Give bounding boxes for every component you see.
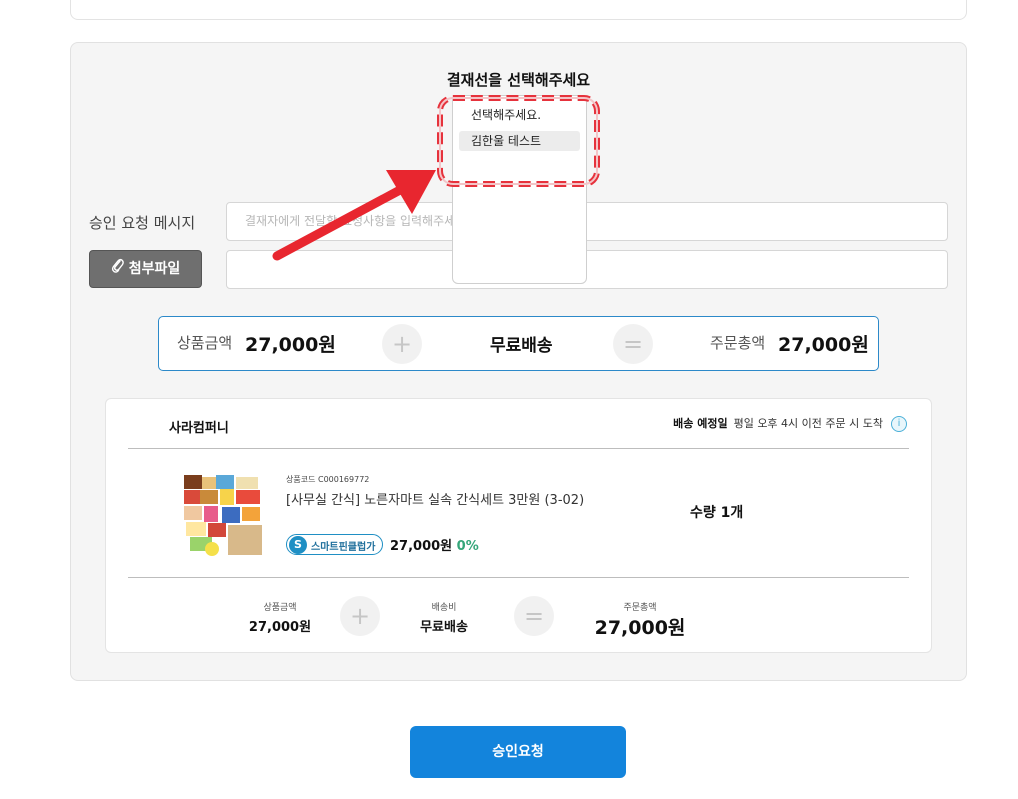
club-discount: 0% — [456, 539, 479, 554]
attach-file-button[interactable]: 첨부파일 — [89, 250, 202, 288]
plus-icon: + — [340, 596, 380, 636]
approval-request-panel: 결재선을 선택해주세요 승인 요청 메시지 결재자에게 전달할 요청사항을 입력… — [70, 42, 967, 681]
product-code: 상품코드 C000169772 — [286, 475, 370, 484]
divider — [128, 577, 909, 578]
item-total-label: 주문총액 — [623, 603, 657, 613]
vendor-name: 사라컴퍼니 — [169, 421, 229, 436]
order-item-card: 사라컴퍼니 배송 예정일 평일 오후 4시 이전 주문 시 도착 i 상품코드 … — [105, 398, 932, 653]
summary-shipping-value: 무료배송 — [490, 336, 553, 356]
delivery-label: 배송 예정일 — [673, 417, 728, 430]
item-total-value: 27,000원 — [594, 617, 686, 639]
delivery-info: 배송 예정일 평일 오후 4시 이전 주문 시 도착 i — [673, 415, 907, 432]
smartpin-club-badge: S 스마트핀클럽가 — [286, 534, 383, 555]
club-price: 27,000원 0% — [390, 535, 479, 554]
previous-section-box — [70, 0, 967, 20]
equals-icon: = — [613, 324, 653, 364]
info-icon[interactable]: i — [891, 416, 907, 432]
equals-icon: = — [514, 596, 554, 636]
message-input[interactable]: 결재자에게 전달할 요청사항을 입력해주세요 — [226, 202, 948, 241]
product-name[interactable]: [사무실 간식] 노른자마트 실속 간식세트 3만원 (3-02) — [286, 489, 584, 508]
attach-file-label: 첨부파일 — [128, 261, 181, 277]
paperclip-icon — [111, 251, 124, 287]
message-label: 승인 요청 메시지 — [89, 214, 196, 232]
plus-icon: + — [382, 324, 422, 364]
item-shipping-value: 무료배송 — [420, 620, 468, 635]
club-price-value: 27,000원 — [390, 539, 453, 554]
smartpin-logo-icon: S — [289, 536, 307, 554]
quantity: 수량 1개 — [690, 505, 744, 521]
item-shipping-label: 배송비 — [431, 603, 457, 613]
badge-label: 스마트핀클럽가 — [311, 542, 376, 553]
item-product-label: 상품금액 — [263, 603, 297, 613]
summary-total-label: 주문총액 — [710, 334, 766, 352]
delivery-text: 평일 오후 4시 이전 주문 시 도착 — [733, 417, 883, 430]
summary-total-value: 27,000원 — [778, 334, 869, 356]
divider — [128, 448, 909, 449]
summary-product-value: 27,000원 — [245, 334, 336, 356]
order-summary-bar: 상품금액 27,000원 + 무료배송 = 주문총액 27,000원 — [158, 316, 879, 371]
product-thumbnail — [182, 473, 266, 557]
highlight-box — [437, 95, 600, 187]
submit-approval-button[interactable]: 승인요청 — [410, 726, 626, 778]
item-product-value: 27,000원 — [248, 620, 312, 635]
file-name-field[interactable] — [226, 250, 948, 289]
summary-product-label: 상품금액 — [177, 334, 233, 352]
approver-title: 결재선을 선택해주세요 — [446, 71, 591, 89]
